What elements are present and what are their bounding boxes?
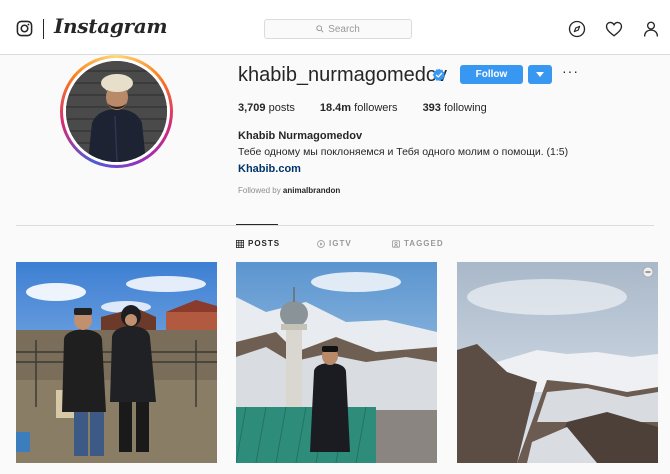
verified-badge-icon xyxy=(432,68,446,82)
suggestions-dropdown-button[interactable] xyxy=(528,65,552,84)
post-thumbnail[interactable] xyxy=(236,262,437,463)
more-options-icon[interactable]: ··· xyxy=(562,64,578,80)
followed-by: Followed by animalbrandon xyxy=(238,186,340,195)
profile-website-link[interactable]: Khabib.com xyxy=(238,163,301,175)
tabs-divider xyxy=(16,225,654,226)
followers-count-value: 18.4m xyxy=(319,102,352,114)
followed-by-user-link[interactable]: animalbrandon xyxy=(283,186,340,195)
avatar-photo xyxy=(66,61,167,162)
search-icon xyxy=(316,25,324,33)
tab-igtv[interactable]: IGTV xyxy=(317,239,352,248)
search-input[interactable]: Search xyxy=(264,19,412,39)
followers-count-label: followers xyxy=(354,102,398,114)
posts-count-label: posts xyxy=(268,102,295,114)
profile-stats: 3,709 posts 18.4m followers 393 followin… xyxy=(238,102,512,114)
follow-button[interactable]: Follow xyxy=(460,65,523,84)
grid-icon xyxy=(236,239,244,248)
followers-count[interactable]: 18.4m followers xyxy=(320,102,398,114)
tab-igtv-label: IGTV xyxy=(329,239,352,248)
post-image-mosque-mountains xyxy=(236,262,437,463)
user-icon[interactable] xyxy=(642,20,660,38)
tab-posts-label: POSTS xyxy=(248,239,281,248)
post-thumbnail[interactable] xyxy=(16,262,217,463)
followed-by-prefix: Followed by xyxy=(238,186,281,195)
tag-icon xyxy=(392,239,400,248)
igtv-icon xyxy=(317,239,325,248)
post-image-two-men xyxy=(16,262,217,463)
profile-full-name: Khabib Nurmagomedov xyxy=(238,130,363,142)
heart-icon[interactable] xyxy=(605,20,623,38)
following-count-value: 393 xyxy=(422,102,441,114)
posts-count: 3,709 posts xyxy=(238,102,295,114)
caret-down-icon xyxy=(536,71,544,77)
following-count-label: following xyxy=(443,102,487,114)
top-nav: Instagram Search xyxy=(0,0,670,55)
instagram-wordmark[interactable]: Instagram xyxy=(54,14,168,38)
post-thumbnail[interactable] xyxy=(457,262,658,463)
posts-count-value: 3,709 xyxy=(238,102,266,114)
tab-tagged-label: TAGGED xyxy=(404,239,444,248)
profile-username: khabib_nurmagomedov xyxy=(238,64,448,86)
search-placeholder: Search xyxy=(328,23,360,35)
active-tab-indicator xyxy=(236,224,278,225)
compass-icon[interactable] xyxy=(568,20,586,38)
tab-tagged[interactable]: TAGGED xyxy=(392,239,444,248)
avatar[interactable] xyxy=(66,61,167,162)
logo-divider xyxy=(43,19,44,39)
instagram-glyph-icon[interactable] xyxy=(16,20,33,37)
profile-bio: Тебе одному мы поклоняемся и Тебя одного… xyxy=(238,146,569,158)
tab-posts[interactable]: POSTS xyxy=(236,239,280,248)
following-count[interactable]: 393 following xyxy=(423,102,487,114)
post-image-mountain-valley xyxy=(457,262,658,463)
